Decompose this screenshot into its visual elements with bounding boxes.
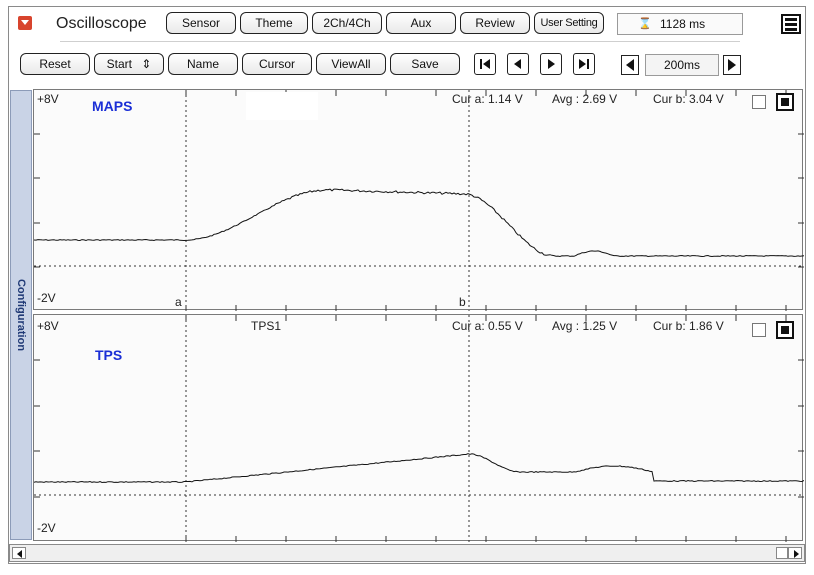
sensor-button[interactable]: Sensor xyxy=(166,12,236,34)
elapsed-time-display: ⌛ 1128 ms xyxy=(617,13,743,35)
tps-channel-name: TPS xyxy=(95,347,123,363)
elapsed-time-value: 1128 ms xyxy=(660,17,706,31)
next-frame-button[interactable] xyxy=(540,53,562,75)
tps-trace xyxy=(34,453,804,484)
tps-cur-b: Cur b: 1.86 V xyxy=(653,319,724,333)
horizontal-scrollbar[interactable] xyxy=(9,544,805,562)
zoom-increase-button[interactable] xyxy=(723,55,741,75)
start-label: Start xyxy=(106,57,132,71)
review-button[interactable]: Review xyxy=(460,12,530,34)
toolbar-separator xyxy=(60,41,740,42)
cursor-a-marker[interactable]: a xyxy=(175,295,182,309)
hourglass-icon: ⌛ xyxy=(638,18,652,30)
scroll-left-icon xyxy=(17,550,22,558)
arrow-right-icon xyxy=(728,59,736,71)
configuration-side-tab[interactable]: Configuration xyxy=(10,90,32,540)
maps-cur-a: Cur a: 1.14 V xyxy=(452,92,523,106)
viewall-button[interactable]: ViewAll xyxy=(316,53,386,75)
tps-ymax-label: +8V xyxy=(37,319,59,333)
tps-channel-tag: TPS1 xyxy=(251,319,282,333)
app-menu-icon[interactable] xyxy=(18,16,32,30)
maps-cur-b: Cur b: 3.04 V xyxy=(653,92,724,106)
label-mask xyxy=(246,92,318,120)
tps-maximize-toggle[interactable] xyxy=(776,321,794,339)
name-button[interactable]: Name xyxy=(168,53,238,75)
skip-last-icon xyxy=(579,59,589,69)
cursor-b-marker[interactable]: b xyxy=(459,295,466,309)
maps-axis-ticks xyxy=(34,90,804,311)
zoom-level-display: 200ms xyxy=(645,54,719,76)
app-title: Oscilloscope xyxy=(56,15,147,32)
cursor-button[interactable]: Cursor xyxy=(242,53,312,75)
prev-frame-button[interactable] xyxy=(507,53,529,75)
configuration-tab-label: Configuration xyxy=(15,278,27,352)
aux-button[interactable]: Aux xyxy=(386,12,456,34)
maps-ymax-label: +8V xyxy=(37,92,59,106)
save-button[interactable]: Save xyxy=(390,53,460,75)
tps-cur-a: Cur a: 0.55 V xyxy=(452,319,523,333)
scroll-left-button[interactable] xyxy=(12,547,26,559)
tps-ymin-label: -2V xyxy=(37,521,56,535)
first-frame-button[interactable] xyxy=(474,53,496,75)
prev-icon xyxy=(514,59,521,69)
hamburger-menu-button[interactable] xyxy=(781,14,801,34)
channels-button[interactable]: 2Ch/4Ch xyxy=(312,12,382,34)
tps-visibility-checkbox[interactable] xyxy=(752,323,766,337)
tps-avg: Avg : 1.25 V xyxy=(552,319,618,333)
last-frame-button[interactable] xyxy=(573,53,595,75)
scroll-right-icon xyxy=(794,550,799,558)
maps-visibility-checkbox[interactable] xyxy=(752,95,766,109)
maps-trace xyxy=(34,188,804,258)
maps-waveform-canvas xyxy=(34,90,804,311)
theme-button[interactable]: Theme xyxy=(240,12,308,34)
reset-button[interactable]: Reset xyxy=(20,53,90,75)
tps-axis-ticks xyxy=(34,315,804,542)
tps-waveform-canvas xyxy=(34,315,804,542)
scroll-right-button[interactable] xyxy=(788,547,802,559)
maps-ymin-label: -2V xyxy=(37,291,56,305)
start-stepper-icon: ⇕ xyxy=(141,57,152,71)
channel-plot-maps[interactable]: +8V -2V MAPS Cur a: 1.14 V Avg : 2.69 V … xyxy=(33,89,804,311)
next-icon xyxy=(548,59,555,69)
channel-plot-tps[interactable]: +8V -2V TPS TPS1 Cur a: 0.55 V Avg : 1.2… xyxy=(33,314,804,542)
maps-channel-name: MAPS xyxy=(92,98,133,114)
user-setting-button[interactable]: User Setting xyxy=(534,12,604,34)
scroll-thumb[interactable] xyxy=(776,547,788,559)
start-button[interactable]: Start ⇕ xyxy=(94,53,164,75)
arrow-left-icon xyxy=(626,59,634,71)
maps-maximize-toggle[interactable] xyxy=(776,93,794,111)
maps-avg: Avg : 2.69 V xyxy=(552,92,618,106)
zoom-decrease-button[interactable] xyxy=(621,55,639,75)
skip-first-icon xyxy=(480,59,490,69)
